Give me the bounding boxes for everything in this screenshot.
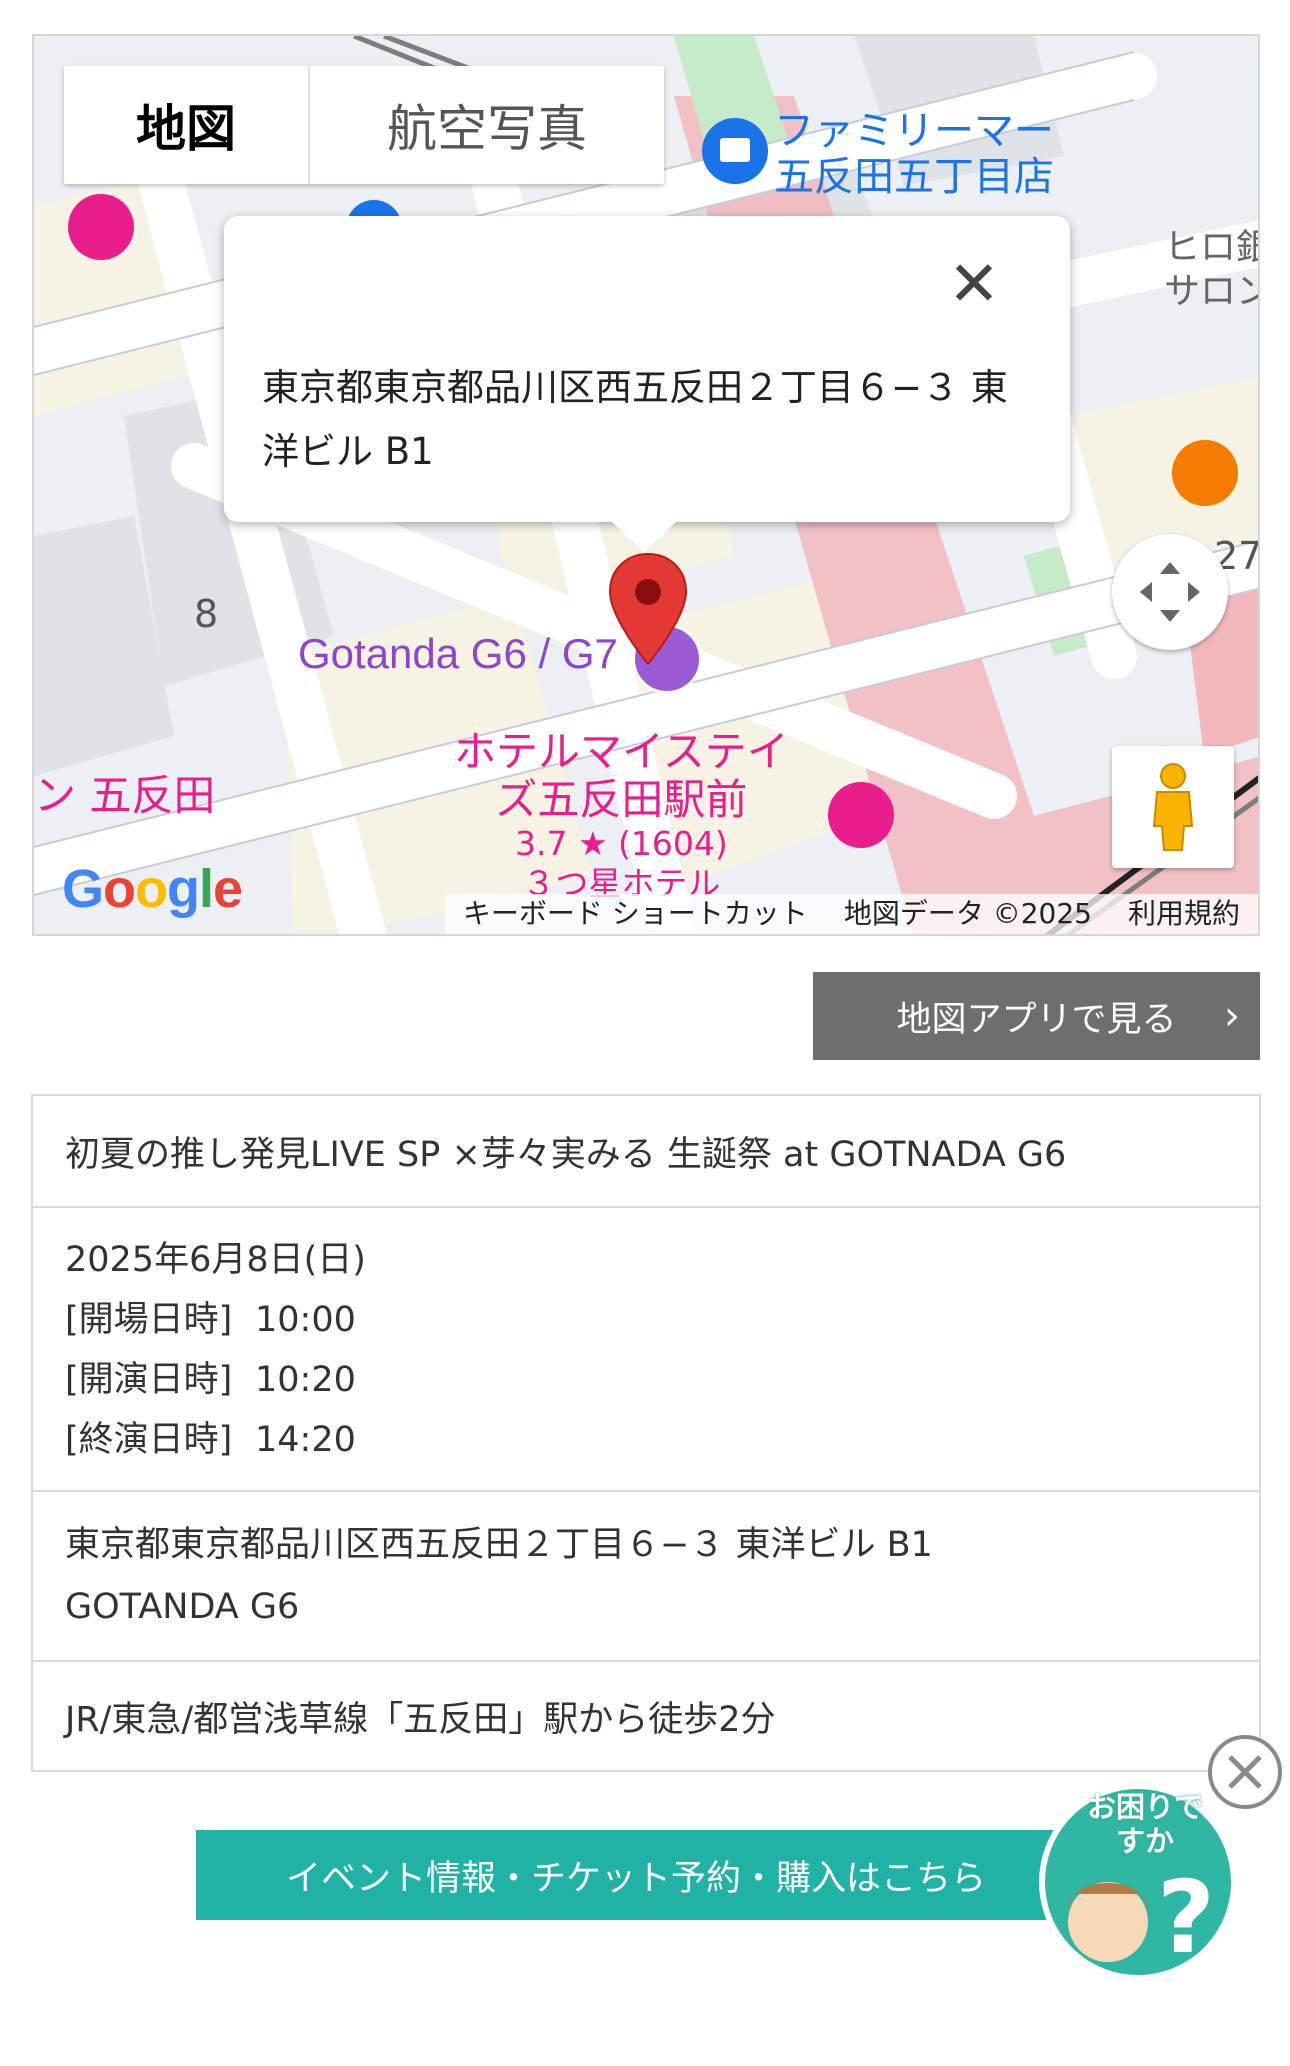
svg-text:?: ? — [1157, 1859, 1215, 1976]
terms-link[interactable]: 利用規約 — [1109, 894, 1258, 934]
label-number-8: 8 — [194, 592, 219, 636]
event-title: 初夏の推し発見LIVE SP ×芽々実みる 生誕祭 at GOTNADA G6 — [65, 1134, 1067, 1175]
venue-name: GOTANDA G6 — [65, 1587, 300, 1627]
fullscreen-button[interactable] — [1112, 534, 1228, 650]
open-map-app-label: 地図アプリで見る — [896, 999, 1177, 1040]
label-family-mart — [702, 118, 780, 184]
label-family-mart-text: ファミリーマー 五反田五丁目店 — [774, 108, 1054, 200]
hotel-icon-1 — [68, 194, 134, 260]
cafe-icon — [1172, 440, 1238, 506]
event-title-row: 初夏の推し発見LIVE SP ×芽々実みる 生誕祭 at GOTNADA G6 — [33, 1096, 1259, 1208]
event-date-row: 2025年6月8日(日) [開場日時] 10:00 [開演日時] 10:20 [終演… — [33, 1208, 1259, 1492]
map-info-window: ✕ 東京都東京都品川区西五反田２丁目６−３ 東洋ビル B1 — [224, 216, 1070, 552]
street-view-button[interactable] — [1112, 746, 1234, 868]
label-hiro: ヒロ銀 サロン — [1164, 227, 1258, 312]
open-time: [開場日時] 10:00 — [65, 1300, 356, 1340]
start-time: [開演日時] 10:20 — [65, 1360, 356, 1400]
map-data-text: 地図データ ©2025 — [825, 894, 1110, 934]
info-window-address: 東京都東京都品川区西五反田２丁目６−３ 東洋ビル B1 — [262, 366, 1008, 473]
ticket-cta-label: イベント情報・チケット予約・購入はこちら — [285, 1858, 986, 1899]
chevron-right-icon: › — [1224, 993, 1240, 1039]
venue-address: 東京都東京都品川区西五反田２丁目６−３ 東洋ビル B1 — [65, 1525, 933, 1565]
close-icon[interactable]: ✕ — [944, 253, 1004, 315]
open-map-app-button[interactable]: 地図アプリで見る › — [813, 972, 1260, 1060]
help-label: お困りですか — [1086, 1790, 1203, 1858]
keyboard-shortcuts-link[interactable]: キーボード ショートカット — [444, 894, 826, 934]
pegman-icon — [1152, 763, 1194, 851]
hotel-icon-2 — [828, 782, 894, 848]
event-info-table: 初夏の推し発見LIVE SP ×芽々実みる 生誕祭 at GOTNADA G6 … — [31, 1094, 1261, 1772]
google-logo: Google — [62, 859, 243, 919]
map-type-tabs: 地図 航空写真 — [64, 66, 664, 184]
tab-map[interactable]: 地図 — [64, 66, 310, 184]
venue-access: JR/東急/都営浅草線「五反田」駅から徒歩2分 — [65, 1699, 776, 1740]
label-gotanda-station: ン 五反田 — [34, 771, 216, 820]
map-attribution: キーボード ショートカット 地図データ ©2025 利用規約 — [444, 894, 1258, 934]
ticket-cta-button[interactable]: イベント情報・チケット予約・購入はこちら — [196, 1830, 1076, 1920]
end-time: [終演日時] 14:20 — [65, 1420, 356, 1460]
fullscreen-icon — [1140, 562, 1200, 622]
store-icon — [702, 118, 768, 184]
label-hotel[interactable]: ホテルマイステイ ズ五反田駅前 3.7 ★ (1604) ３つ星ホテル — [454, 728, 789, 904]
event-date: 2025年6月8日(日) — [65, 1240, 366, 1280]
event-access-row: JR/東急/都営浅草線「五反田」駅から徒歩2分 — [33, 1662, 1259, 1770]
label-gotanda-g6[interactable]: Gotanda G6 / G7 — [298, 630, 618, 678]
event-address-row: 東京都東京都品川区西五反田２丁目６−３ 東洋ビル B1 GOTANDA G6 — [33, 1492, 1259, 1662]
tab-satellite[interactable]: 航空写真 — [310, 66, 664, 184]
map-embed[interactable]: ファミリーマー 五反田五丁目店 本店 ヒロ銀 サロン 8 27 Gotanda … — [32, 34, 1260, 936]
location-pin-icon — [608, 552, 688, 666]
